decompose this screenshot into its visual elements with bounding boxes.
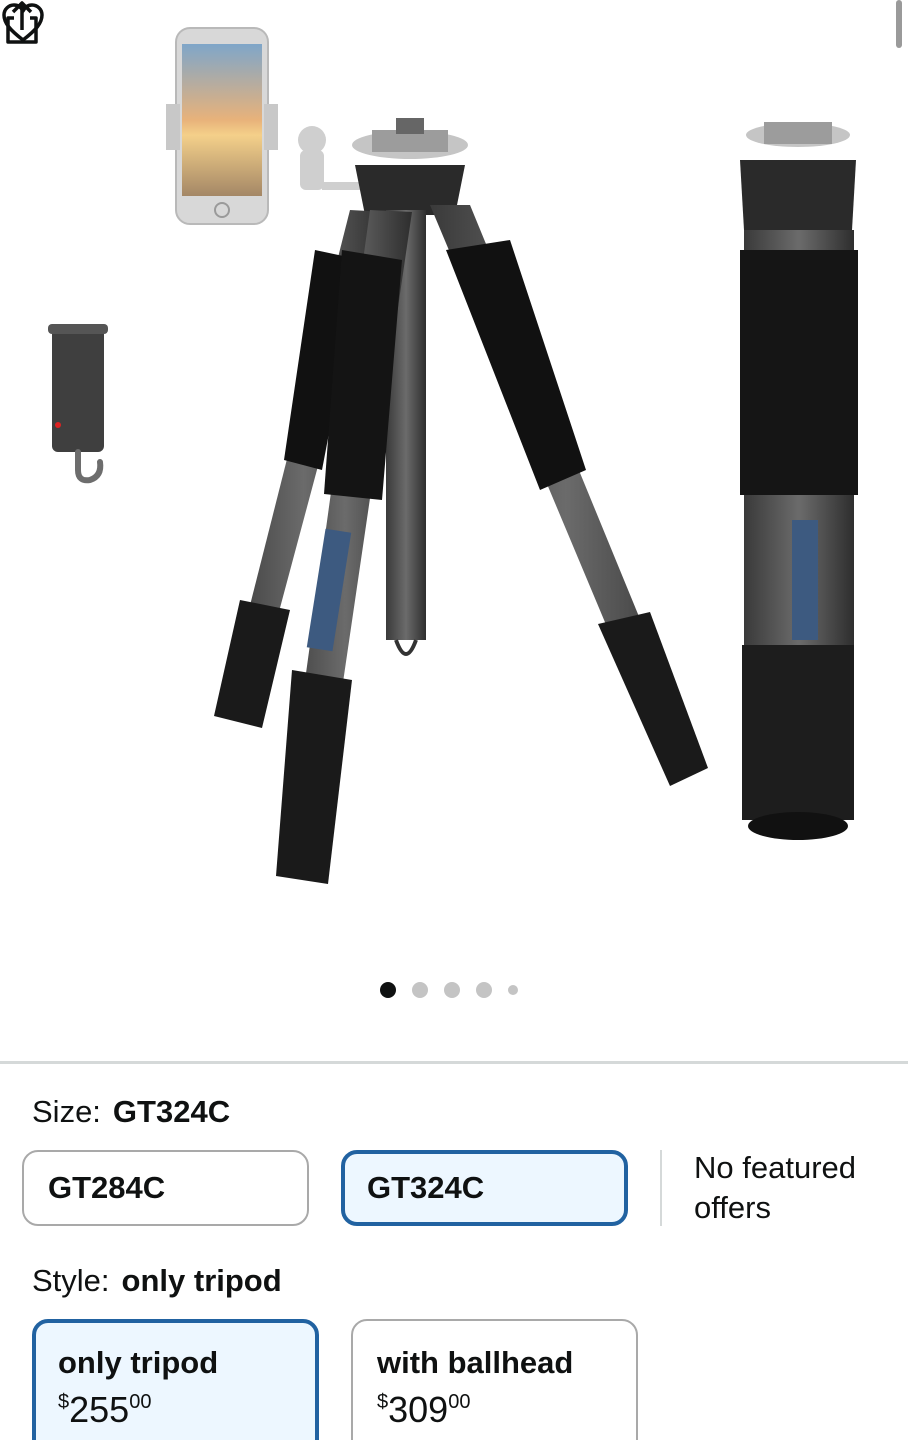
product-detail-page: Size: GT324C GT284C GT324C No featured of…	[0, 0, 908, 1440]
style-option-price: $30900	[377, 1389, 636, 1431]
carousel-dot-4[interactable]	[476, 982, 492, 998]
size-option-label: GT284C	[48, 1170, 166, 1205]
carousel-dot-1[interactable]	[380, 982, 396, 998]
style-option-label: only tripod	[58, 1345, 219, 1380]
price-fraction: 00	[129, 1391, 152, 1413]
style-option-price: $25500	[58, 1389, 315, 1431]
size-label-row: Size: GT324C	[32, 1094, 230, 1130]
style-selected-value: only tripod	[121, 1263, 282, 1298]
vertical-separator	[660, 1150, 662, 1226]
hook-accessory	[48, 324, 108, 484]
style-option-with-ballhead[interactable]: with ballhead $30900	[351, 1319, 638, 1440]
price-symbol: $	[58, 1391, 70, 1413]
product-image-carousel[interactable]	[0, 0, 908, 1040]
no-featured-offers-text: No featured offers	[694, 1150, 856, 1225]
carousel-dot-5[interactable]	[508, 985, 518, 995]
style-label: Style:	[32, 1263, 110, 1298]
style-option-only-tripod[interactable]: only tripod $25500	[32, 1319, 319, 1440]
section-divider	[0, 1061, 908, 1064]
price-whole: 309	[388, 1389, 449, 1430]
size-selected-value: GT324C	[112, 1094, 231, 1129]
size-label: Size:	[32, 1094, 101, 1129]
carousel-pagination[interactable]	[380, 980, 534, 1000]
size-option-label: GT324C	[367, 1170, 485, 1205]
price-whole: 255	[69, 1389, 130, 1430]
folded-tripod	[740, 122, 858, 840]
size-option-gt284c[interactable]: GT284C	[22, 1150, 309, 1226]
share-icon[interactable]	[0, 0, 44, 46]
page-scrollbar[interactable]	[896, 0, 902, 48]
phone-holder-accessory	[166, 27, 362, 225]
style-option-label: with ballhead	[377, 1345, 574, 1380]
price-fraction: 00	[448, 1391, 471, 1413]
carousel-dot-3[interactable]	[444, 982, 460, 998]
carousel-dot-2[interactable]	[412, 982, 428, 998]
price-symbol: $	[377, 1391, 389, 1413]
tripod-product-image	[48, 27, 858, 884]
size-option-gt324c[interactable]: GT324C	[341, 1150, 628, 1226]
open-tripod	[214, 118, 708, 884]
style-label-row: Style: only tripod	[32, 1263, 282, 1299]
